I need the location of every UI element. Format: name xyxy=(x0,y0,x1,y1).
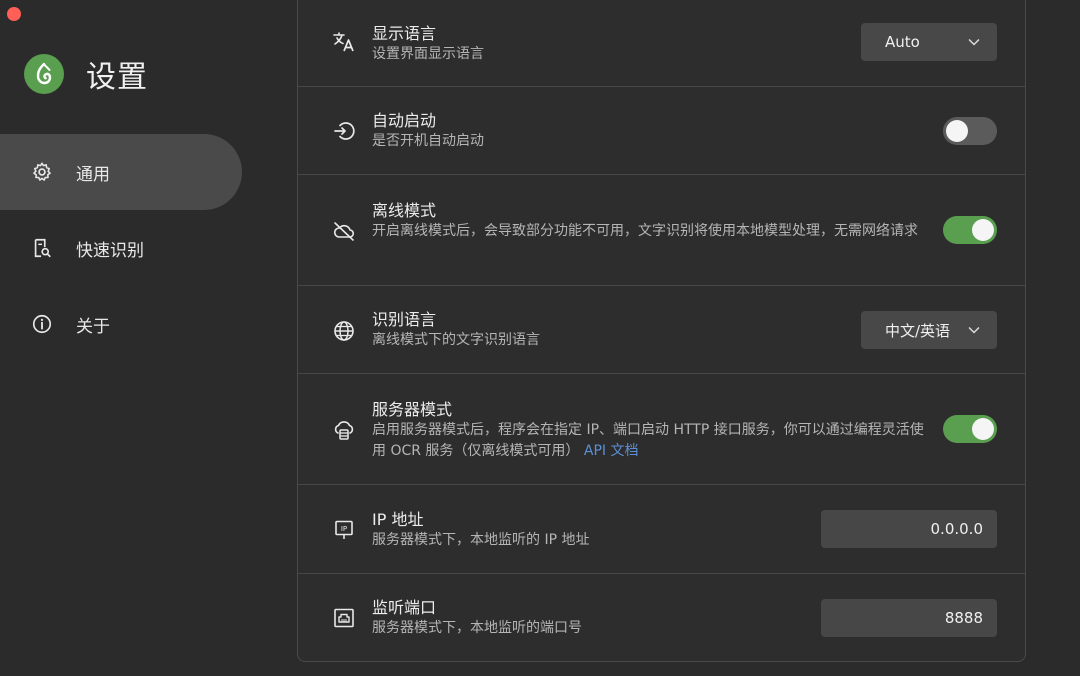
ip-address-input[interactable] xyxy=(821,510,997,548)
display-language-select[interactable]: Auto xyxy=(861,23,997,61)
setting-title: 识别语言 xyxy=(372,310,437,329)
toggle-knob xyxy=(972,418,994,440)
info-icon xyxy=(30,312,54,336)
api-docs-link[interactable]: API 文档 xyxy=(584,443,639,459)
translate-icon xyxy=(332,30,356,54)
setting-title: 服务器模式 xyxy=(372,400,453,419)
recognition-language-select[interactable]: 中文/英语 xyxy=(861,311,997,349)
toggle-knob xyxy=(972,219,994,241)
setting-description: 开启离线模式后，会导致部分功能不可用，文字识别将使用本地模型处理，无需网络请求 xyxy=(372,223,918,239)
page-title: 设置 xyxy=(86,60,148,95)
document-search-icon xyxy=(30,236,54,260)
setting-recognition-language: 识别语言 离线模式下的文字识别语言 中文/英语 xyxy=(298,286,1025,374)
server-mode-description-text: 启用服务器模式后，程序会在指定 IP、端口启动 HTTP 接口服务，你可以通过编… xyxy=(372,422,924,459)
offline-mode-toggle[interactable] xyxy=(943,216,997,244)
svg-text:IP: IP xyxy=(341,525,347,533)
auto-start-toggle[interactable] xyxy=(943,117,997,145)
cloud-server-icon xyxy=(332,418,356,442)
listen-port-input[interactable] xyxy=(821,599,997,637)
select-value: Auto xyxy=(885,33,920,51)
select-value: 中文/英语 xyxy=(885,321,951,340)
globe-icon xyxy=(332,319,356,343)
app-logo-icon xyxy=(24,54,64,94)
chevron-down-icon xyxy=(967,35,981,49)
setting-listen-port: 监听端口 服务器模式下，本地监听的端口号 xyxy=(298,574,1025,661)
setting-description: 是否开机自动启动 xyxy=(372,133,484,149)
sidebar-item-label: 关于 xyxy=(76,316,110,337)
brand: 设置 xyxy=(24,52,148,96)
setting-server-mode: 服务器模式 启用服务器模式后，程序会在指定 IP、端口启动 HTTP 接口服务，… xyxy=(298,374,1025,485)
sidebar-item-label: 通用 xyxy=(76,164,110,185)
setting-auto-start: 自动启动 是否开机自动启动 xyxy=(298,87,1025,175)
setting-description: 设置界面显示语言 xyxy=(372,46,484,62)
settings-panel: 显示语言 设置界面显示语言 Auto 自动启动 是否开机自动启动 离线模式 开启… xyxy=(297,0,1026,662)
close-window-button[interactable] xyxy=(7,7,21,21)
ethernet-port-icon xyxy=(332,606,356,630)
settings-window: 设置 通用 快速识别 关于 显示语言 设置界面显示语言 Auto 自动启动 是否… xyxy=(0,0,1080,676)
sidebar-item-about[interactable]: 关于 xyxy=(0,286,262,362)
setting-ip-address: IP IP 地址 服务器模式下，本地监听的 IP 地址 xyxy=(298,485,1025,574)
sidebar-item-general[interactable]: 通用 xyxy=(0,134,242,210)
setting-offline-mode: 离线模式 开启离线模式后，会导致部分功能不可用，文字识别将使用本地模型处理，无需… xyxy=(298,175,1025,286)
setting-description: 离线模式下的文字识别语言 xyxy=(372,332,540,348)
ip-icon: IP xyxy=(332,518,356,542)
cloud-off-icon xyxy=(332,219,356,243)
setting-title: 显示语言 xyxy=(372,24,437,43)
power-enter-icon xyxy=(332,119,356,143)
sidebar-nav: 通用 快速识别 关于 xyxy=(0,134,262,362)
toggle-knob xyxy=(946,120,968,142)
setting-title: 离线模式 xyxy=(372,201,437,220)
sidebar-item-quick-recognize[interactable]: 快速识别 xyxy=(0,210,262,286)
server-mode-toggle[interactable] xyxy=(943,415,997,443)
setting-title: 监听端口 xyxy=(372,598,437,617)
gear-icon xyxy=(30,160,54,184)
sidebar: 设置 通用 快速识别 关于 xyxy=(0,0,262,676)
setting-display-language: 显示语言 设置界面显示语言 Auto xyxy=(298,0,1025,87)
chevron-down-icon xyxy=(967,323,981,337)
setting-title: IP 地址 xyxy=(372,510,424,529)
sidebar-item-label: 快速识别 xyxy=(76,240,144,261)
setting-title: 自动启动 xyxy=(372,111,437,130)
setting-description: 启用服务器模式后，程序会在指定 IP、端口启动 HTTP 接口服务，你可以通过编… xyxy=(372,420,932,462)
